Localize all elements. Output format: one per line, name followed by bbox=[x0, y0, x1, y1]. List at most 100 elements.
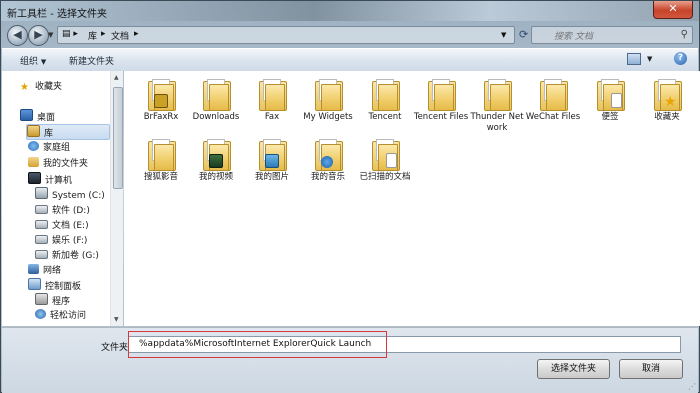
folder-icon bbox=[597, 79, 625, 111]
file-list[interactable]: BrFaxRx Downloads Fax My Widgets Tencent… bbox=[124, 71, 700, 326]
sidebar-item-library[interactable]: 库 bbox=[26, 124, 110, 140]
video-icon bbox=[209, 154, 223, 168]
forward-button[interactable]: ▶ bbox=[28, 25, 49, 46]
address-dropdown[interactable]: ▼ bbox=[501, 31, 506, 39]
sidebar-item-drive-d[interactable]: 软件 (D:) bbox=[35, 203, 90, 217]
folder-item[interactable]: ★ 收藏夹 bbox=[639, 79, 695, 123]
folder-icon bbox=[315, 79, 343, 111]
folder-item[interactable]: 搜狐影音 bbox=[133, 139, 189, 183]
folder-icon: ★ bbox=[654, 79, 682, 111]
folder-path-input[interactable]: %appdata%MicrosoftInternet ExplorerQuick… bbox=[128, 336, 681, 353]
computer-icon bbox=[28, 172, 41, 184]
star-icon: ★ bbox=[664, 94, 677, 110]
folder-item[interactable]: Tencent bbox=[357, 79, 413, 123]
system-drive-icon bbox=[35, 187, 48, 199]
folder-item[interactable]: Tencent Files bbox=[413, 79, 469, 123]
folder-item[interactable]: BrFaxRx bbox=[133, 79, 189, 123]
picture-icon bbox=[265, 154, 279, 168]
sidebar-item-desktop[interactable]: 桌面 bbox=[20, 109, 55, 123]
folder-item[interactable]: 便签 bbox=[582, 79, 638, 123]
drive-icon bbox=[35, 250, 48, 259]
folder-item[interactable]: Fax bbox=[244, 79, 300, 123]
breadcrumb-documents[interactable]: 文档 bbox=[111, 29, 129, 42]
sidebar-item-programs[interactable]: 程序 bbox=[35, 293, 70, 307]
desktop-icon bbox=[20, 109, 33, 121]
control-panel-icon bbox=[28, 278, 41, 290]
sidebar-item-homegroup[interactable]: 家庭组 bbox=[28, 140, 70, 154]
drive-icon bbox=[35, 220, 48, 229]
breadcrumb-separator[interactable]: ▸ bbox=[101, 29, 106, 39]
document-icon bbox=[386, 153, 397, 168]
folder-icon bbox=[203, 139, 231, 171]
programs-icon bbox=[35, 293, 48, 305]
drive-icon bbox=[35, 235, 48, 244]
forward-arrow-icon: ▶ bbox=[34, 28, 43, 41]
folder-item[interactable]: 已扫描的文档 bbox=[357, 139, 413, 183]
refresh-icon[interactable]: ⟳ bbox=[519, 28, 528, 41]
navigation-pane[interactable]: ★ 收藏夹 桌面 库 家庭组 我的文件夹 计算机 System (C:) 软件 (… bbox=[2, 71, 123, 326]
network-icon bbox=[28, 264, 39, 274]
folder-icon bbox=[259, 139, 287, 171]
folder-icon bbox=[540, 79, 568, 111]
folder-icon bbox=[148, 79, 176, 111]
folder-item[interactable]: Downloads bbox=[188, 79, 244, 123]
address-bar[interactable]: ▤ ▸ 库 ▸ 文档 ▸ ▼ bbox=[57, 26, 515, 44]
search-input[interactable]: 搜索 文档 bbox=[554, 29, 593, 42]
folder-icon bbox=[484, 79, 512, 111]
help-icon[interactable]: ? bbox=[674, 52, 687, 65]
folder-item[interactable]: 我的音乐 bbox=[300, 139, 356, 183]
new-folder-button[interactable]: 新建文件夹 bbox=[69, 54, 114, 67]
window-title: 新工具栏 - 选择文件夹 bbox=[7, 9, 107, 20]
note-icon bbox=[611, 93, 622, 108]
sidebar-item-drive-c[interactable]: System (C:) bbox=[35, 187, 105, 201]
folder-label: 文件夹: bbox=[101, 343, 132, 353]
sidebar-item-drive-f[interactable]: 娱乐 (F:) bbox=[35, 233, 87, 247]
sidebar-item-favorites[interactable]: ★ 收藏夹 bbox=[20, 79, 62, 93]
sidebar-item-network[interactable]: 网络 bbox=[28, 263, 61, 277]
sidebar-item-my-folder[interactable]: 我的文件夹 bbox=[28, 156, 88, 170]
folder-icon bbox=[259, 79, 287, 111]
title-bar[interactable]: 新工具栏 - 选择文件夹 ✕ bbox=[1, 1, 699, 21]
search-box[interactable]: 搜索 文档 ⚲ bbox=[531, 26, 693, 44]
sidebar-item-ease-of-access[interactable]: 轻松访问 bbox=[35, 308, 86, 322]
scroll-up-icon[interactable]: ▲ bbox=[114, 74, 119, 81]
folder-item[interactable]: Thunder Network bbox=[469, 79, 525, 134]
drive-icon bbox=[35, 205, 48, 214]
folder-icon bbox=[315, 139, 343, 171]
folder-icon bbox=[372, 79, 400, 111]
folder-icon bbox=[428, 79, 456, 111]
breadcrumb-library[interactable]: 库 bbox=[88, 29, 97, 42]
sidebar-item-control-panel[interactable]: 控制面板 bbox=[28, 278, 81, 292]
recent-pages-dropdown[interactable]: ▼ bbox=[48, 31, 53, 39]
select-folder-button[interactable]: 选择文件夹 bbox=[537, 359, 610, 379]
resize-grip-icon[interactable]: ⋰ bbox=[688, 382, 696, 391]
breadcrumb-separator[interactable]: ▸ bbox=[134, 29, 139, 39]
toolbar: 组织 ▼ 新建文件夹 ▼ ? bbox=[2, 48, 698, 72]
star-icon: ★ bbox=[20, 82, 29, 93]
folder-item[interactable]: My Widgets bbox=[300, 79, 356, 123]
folder-item[interactable]: WeChat Files bbox=[525, 79, 581, 123]
scroll-down-icon[interactable]: ▼ bbox=[114, 316, 119, 323]
view-dropdown-icon[interactable]: ▼ bbox=[647, 55, 652, 63]
folder-item[interactable]: 我的图片 bbox=[244, 139, 300, 183]
lock-icon bbox=[154, 94, 168, 108]
ease-of-access-icon bbox=[35, 309, 46, 319]
folder-item[interactable]: 我的视频 bbox=[188, 139, 244, 183]
folder-icon bbox=[148, 139, 176, 171]
organize-menu[interactable]: 组织 ▼ bbox=[20, 54, 46, 67]
view-options-icon[interactable] bbox=[627, 53, 641, 65]
music-icon bbox=[321, 156, 333, 168]
cancel-button[interactable]: 取消 bbox=[619, 359, 683, 379]
sidebar-item-drive-e[interactable]: 文档 (E:) bbox=[35, 218, 89, 232]
sidebar-item-computer[interactable]: 计算机 bbox=[28, 172, 72, 186]
bottom-panel: 文件夹: %appdata%MicrosoftInternet Explorer… bbox=[2, 327, 698, 393]
sidebar-item-drive-g[interactable]: 新加卷 (G:) bbox=[35, 248, 99, 262]
scrollbar-thumb[interactable] bbox=[113, 87, 123, 189]
user-folder-icon bbox=[28, 157, 39, 167]
sidebar-scrollbar[interactable]: ▲ ▼ bbox=[110, 71, 123, 326]
close-button[interactable]: ✕ bbox=[653, 1, 693, 19]
back-arrow-icon: ◀ bbox=[13, 28, 22, 41]
search-icon[interactable]: ⚲ bbox=[681, 29, 688, 40]
library-root-icon: ▤ ▸ bbox=[62, 29, 78, 39]
back-button[interactable]: ◀ bbox=[7, 25, 28, 46]
